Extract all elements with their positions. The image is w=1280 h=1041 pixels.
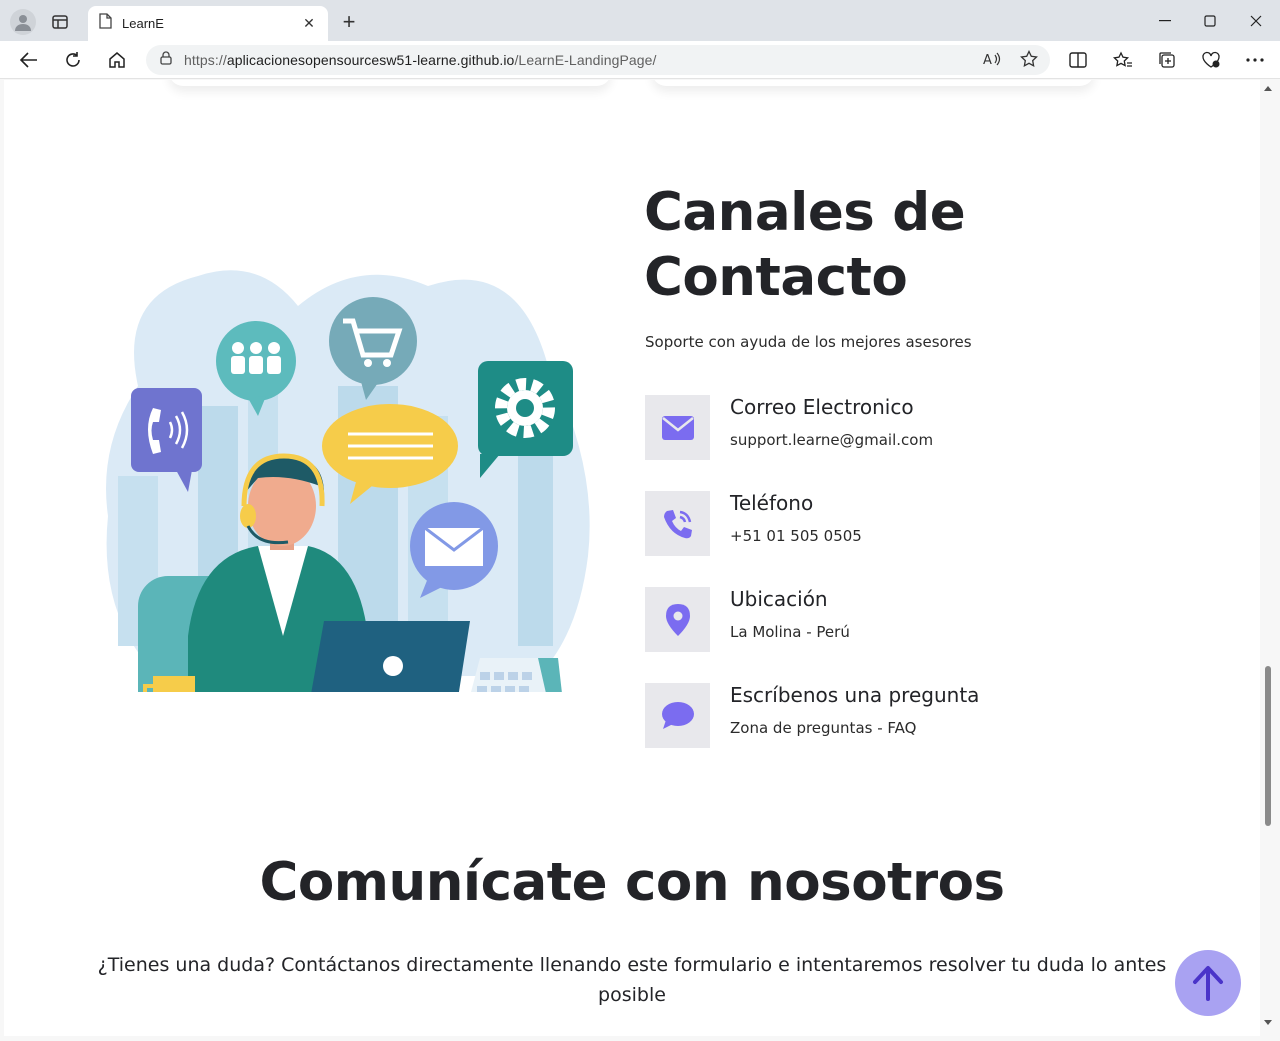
page-scrollbar[interactable] bbox=[1260, 80, 1276, 1036]
scroll-down-arrow-icon[interactable] bbox=[1264, 1020, 1272, 1025]
read-aloud-icon[interactable]: A bbox=[982, 50, 1002, 73]
card-bottom-edge bbox=[652, 80, 1094, 86]
card-bottom-edge bbox=[169, 80, 611, 86]
browser-nav-bar: https://aplicacionesopensourcesw51-learn… bbox=[0, 41, 1280, 79]
location-pin-icon bbox=[645, 587, 710, 652]
lock-icon[interactable] bbox=[160, 50, 172, 70]
chat-bubble-icon bbox=[645, 683, 710, 748]
split-screen-icon[interactable] bbox=[1064, 47, 1092, 73]
contact-item-location[interactable]: Ubicación La Molina - Perú bbox=[645, 587, 1145, 653]
support-agent-illustration bbox=[106, 270, 590, 692]
page-viewport: Canales de Contacto Soporte con ayuda de… bbox=[4, 80, 1260, 1036]
new-tab-icon[interactable]: + bbox=[338, 11, 360, 33]
maximize-icon[interactable] bbox=[1195, 8, 1225, 34]
contact-item-value: Zona de preguntas - FAQ bbox=[730, 719, 917, 737]
url-text[interactable]: https://aplicacionesopensourcesw51-learn… bbox=[184, 52, 657, 68]
svg-text:A: A bbox=[983, 53, 992, 68]
favorites-icon[interactable] bbox=[1109, 47, 1137, 73]
contact-item-value: +51 01 505 0505 bbox=[730, 527, 862, 545]
back-to-top-button[interactable] bbox=[1175, 950, 1241, 1016]
profile-avatar-icon[interactable] bbox=[10, 9, 36, 35]
browser-essentials-icon[interactable] bbox=[1197, 47, 1225, 73]
phone-icon bbox=[645, 491, 710, 556]
arrow-up-icon bbox=[1193, 966, 1223, 1001]
communicate-title: Comunícate con nosotros bbox=[259, 852, 1005, 913]
close-tab-icon[interactable]: ✕ bbox=[300, 15, 318, 33]
browser-tab[interactable]: LearnE ✕ bbox=[88, 6, 328, 41]
contact-item-label: Ubicación bbox=[730, 587, 828, 611]
page-icon bbox=[98, 13, 112, 34]
contact-item-value: support.learne@gmail.com bbox=[730, 431, 934, 449]
contact-channels-title: Canales de Contacto bbox=[644, 182, 966, 308]
home-icon[interactable] bbox=[103, 47, 131, 73]
collections-icon[interactable] bbox=[1153, 47, 1181, 73]
contact-item-phone[interactable]: Teléfono +51 01 505 0505 bbox=[645, 491, 1145, 557]
browser-tab-bar: LearnE ✕ + bbox=[0, 0, 1280, 41]
contact-item-value: La Molina - Perú bbox=[730, 623, 850, 641]
contact-item-label: Escríbenos una pregunta bbox=[730, 683, 980, 707]
contact-item-email[interactable]: Correo Electronico support.learne@gmail.… bbox=[645, 395, 1145, 461]
scroll-up-arrow-icon[interactable] bbox=[1264, 86, 1272, 91]
back-arrow-icon[interactable] bbox=[15, 47, 43, 73]
tab-title: LearnE bbox=[122, 16, 164, 31]
minimize-icon[interactable] bbox=[1150, 8, 1180, 34]
more-options-icon[interactable] bbox=[1241, 47, 1269, 73]
communicate-description: ¿Tienes una duda? Contáctanos directamen… bbox=[97, 954, 1167, 1006]
contact-item-label: Correo Electronico bbox=[730, 395, 914, 419]
envelope-icon bbox=[645, 395, 710, 460]
contact-item-label: Teléfono bbox=[730, 491, 814, 515]
address-bar[interactable]: https://aplicacionesopensourcesw51-learn… bbox=[146, 45, 1050, 75]
scrollbar-thumb[interactable] bbox=[1265, 666, 1271, 826]
favorite-star-icon[interactable] bbox=[1020, 49, 1038, 73]
refresh-icon[interactable] bbox=[59, 47, 87, 73]
contact-item-faq[interactable]: Escríbenos una pregunta Zona de pregunta… bbox=[645, 683, 1145, 749]
close-window-icon[interactable] bbox=[1241, 8, 1271, 34]
tab-actions-icon[interactable] bbox=[50, 12, 70, 32]
contact-channels-subtitle: Soporte con ayuda de los mejores asesore… bbox=[645, 333, 972, 351]
